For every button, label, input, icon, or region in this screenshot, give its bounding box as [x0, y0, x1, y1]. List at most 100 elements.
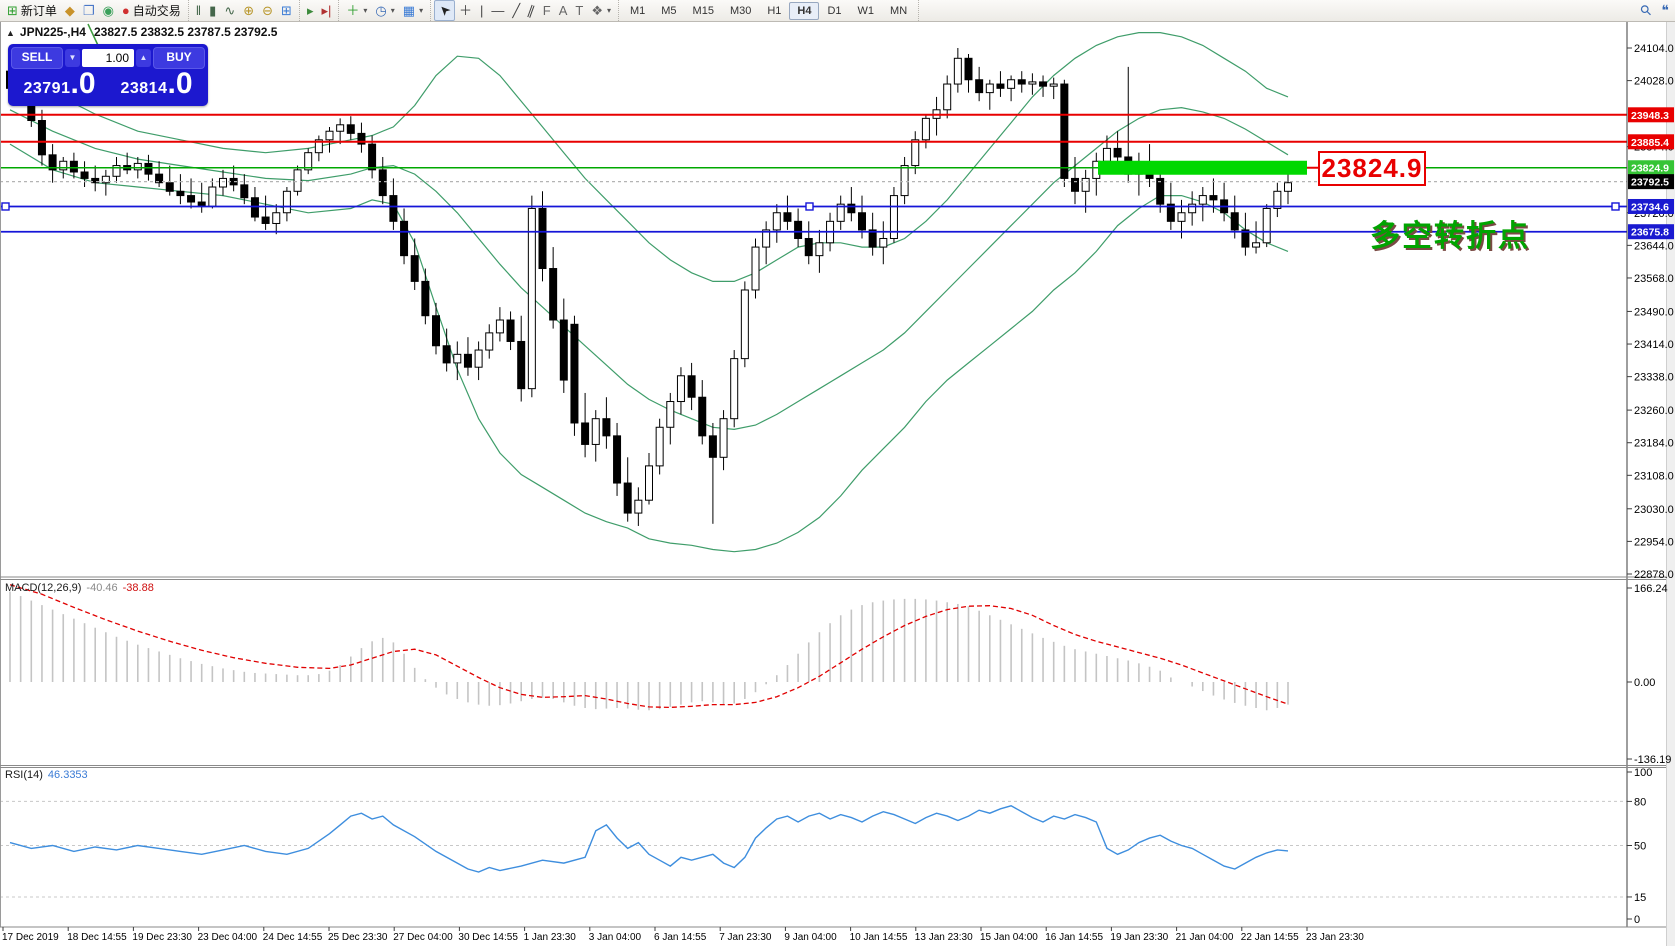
toolbar-group-trade: ⊞新订单◆❐◉●自动交易 [0, 0, 189, 21]
tile-windows-button[interactable]: ⊞ [277, 1, 296, 20]
new-chart-button[interactable]: ❐ [79, 1, 99, 20]
periods-button[interactable]: ◷▾ [371, 1, 398, 20]
timeframe-M30[interactable]: M30 [722, 2, 759, 20]
candle-body [1189, 204, 1196, 213]
time-tick-label: 24 Dec 14:55 [263, 932, 323, 943]
candle-body [369, 144, 376, 170]
candle-body [805, 238, 812, 255]
templates-icon: ▦ [403, 4, 415, 17]
buy-button[interactable]: BUY [153, 47, 205, 69]
volume-input[interactable]: 1.00 [82, 49, 134, 67]
rsi-line [10, 806, 1288, 872]
fibonacci-button[interactable]: F [539, 1, 555, 20]
chevron-down-icon: ▾ [607, 6, 611, 15]
auto-scroll-button[interactable]: ▸| [317, 1, 335, 20]
candle-body [518, 341, 525, 388]
candle-body [965, 58, 972, 79]
candle-body [571, 324, 578, 423]
toolbar-group-objects: ➤ ＋ | —╱∥ FAT❖▾ [431, 0, 619, 21]
text-button[interactable]: A [555, 1, 572, 20]
line-handle[interactable] [2, 203, 9, 210]
zoom-in-button[interactable]: ⊕ [239, 1, 258, 20]
vertical-line-button[interactable]: | [476, 1, 487, 20]
sell-button[interactable]: SELL [11, 47, 63, 69]
timeframe-MN[interactable]: MN [882, 2, 915, 20]
toolbar: ⊞新订单◆❐◉●自动交易‖▮∿⊕⊖⊞▸▸|＋▾◷▾▦▾➤＋|—╱∥FAT❖▾M1… [0, 0, 1675, 22]
time-tick-label: 15 Jan 04:00 [980, 932, 1038, 943]
chart-canvas[interactable]: 24104.024028.023874.023720.023644.023568… [0, 0, 1675, 946]
buy-price[interactable]: 23814 .0 [108, 69, 205, 103]
timeframe-D1[interactable]: D1 [819, 2, 849, 20]
chevron-down-icon: ▾ [363, 6, 367, 15]
collapse-panel-icon[interactable]: ▲ [6, 28, 15, 38]
new-order-icon: ⊞ [7, 4, 18, 17]
line-handle[interactable] [806, 203, 813, 210]
sell-price[interactable]: 23791 .0 [11, 69, 108, 103]
rsi-name: RSI(14) [5, 769, 43, 781]
fibonacci-icon: F [543, 4, 551, 17]
time-tick-label: 22 Jan 14:55 [1241, 932, 1299, 943]
candle-body [709, 436, 716, 457]
horizontal-line-button[interactable]: — [487, 1, 508, 20]
candlestick-button[interactable]: ▮ [205, 1, 220, 20]
candle-body [997, 84, 1004, 88]
candle-body [1008, 80, 1015, 89]
candle-body [901, 166, 908, 196]
candle-body [603, 419, 610, 436]
timeframe-M15[interactable]: M15 [685, 2, 722, 20]
chart-shift-button[interactable]: ▸ [303, 1, 318, 20]
channel-button[interactable]: ∥ [524, 1, 539, 20]
indicators-button[interactable]: ＋▾ [342, 1, 371, 20]
time-tick-label: 25 Dec 23:30 [328, 932, 388, 943]
zoom-out-icon: ⊖ [262, 4, 273, 17]
volume-increase-button[interactable]: ▲ [136, 49, 151, 67]
time-tick-label: 21 Jan 04:00 [1176, 932, 1234, 943]
templates-button[interactable]: ▦▾ [399, 1, 427, 20]
new-order-button[interactable]: ⊞新订单 [3, 1, 61, 20]
timeframe-M1[interactable]: M1 [622, 2, 653, 20]
candle-body [241, 185, 248, 198]
timeframe-W1[interactable]: W1 [850, 2, 883, 20]
candle-body [433, 316, 440, 346]
candle-body [81, 172, 88, 178]
sounds-button[interactable]: ◉ [99, 1, 118, 20]
autotrading-button-label: 自动交易 [133, 2, 181, 19]
candle-body [337, 125, 344, 131]
cursor-button[interactable]: ➤ [434, 0, 455, 21]
candle-body [614, 436, 621, 483]
time-tick-label: 23 Jan 23:30 [1306, 932, 1364, 943]
price-callout-box[interactable]: 23824.9 [1318, 151, 1426, 186]
profiles-button[interactable]: ◆ [61, 1, 79, 20]
candle-body [1082, 178, 1089, 191]
timeframe-H1[interactable]: H1 [759, 2, 789, 20]
candle-body [379, 170, 386, 196]
trendline-button[interactable]: ╱ [508, 1, 524, 20]
vertical-line-icon: | [480, 4, 483, 17]
time-tick-label: 27 Dec 04:00 [393, 932, 453, 943]
zoom-out-button[interactable]: ⊖ [258, 1, 277, 20]
chat-icon[interactable]: ❝ [1661, 2, 1669, 19]
zoom-in-icon: ⊕ [243, 4, 254, 17]
timeframe-M5[interactable]: M5 [653, 2, 684, 20]
timeframe-H4[interactable]: H4 [789, 2, 819, 20]
bar-chart-button[interactable]: ‖ [192, 1, 205, 20]
macd-signal-value: -38.88 [123, 582, 154, 594]
candle-body [1178, 213, 1185, 222]
line-chart-icon: ∿ [224, 4, 235, 17]
text-label-button[interactable]: T [571, 1, 587, 20]
candle-body [60, 161, 67, 170]
candle-body [795, 221, 802, 238]
crosshair-button[interactable]: ＋ [455, 1, 476, 20]
highlight-zone[interactable] [1098, 161, 1307, 175]
buy-price-main: 23814 [120, 80, 167, 98]
line-chart-button[interactable]: ∿ [220, 1, 239, 20]
candle-body [188, 196, 195, 202]
arrows-button[interactable]: ❖▾ [587, 1, 615, 20]
volume-decrease-button[interactable]: ▼ [65, 49, 80, 67]
turning-point-text[interactable]: 多空转折点 [1370, 211, 1530, 255]
search-icon[interactable]: ⚲ [1637, 1, 1656, 20]
autotrading-button[interactable]: ●自动交易 [118, 1, 185, 20]
line-handle[interactable] [1612, 203, 1619, 210]
crosshair-icon: ＋ [459, 4, 472, 17]
time-tick-label: 6 Jan 14:55 [654, 932, 707, 943]
